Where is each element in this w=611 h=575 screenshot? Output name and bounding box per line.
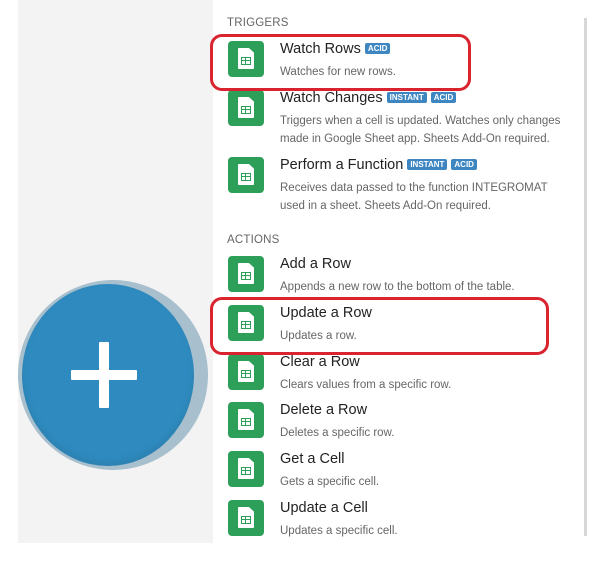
action-description: Clears values from a specific row. — [280, 379, 452, 391]
acid-badge: ACID — [430, 92, 457, 103]
action-title: Update a Cell — [280, 500, 368, 516]
acid-badge: ACID — [451, 159, 477, 170]
action-title: Add a Row — [280, 256, 351, 272]
highlight-watch-rows — [210, 34, 471, 91]
action-description: Gets a specific cell. — [280, 476, 380, 488]
instant-badge: INSTANT — [386, 92, 427, 103]
google-sheets-icon — [228, 157, 264, 193]
trigger-title: Perform a Function INSTANT ACID — [280, 157, 477, 173]
action-title: Clear a Row — [280, 354, 360, 370]
google-sheets-icon — [228, 402, 264, 438]
action-title: Get a Cell — [280, 451, 345, 467]
google-sheets-icon — [228, 90, 264, 126]
highlight-update-row — [210, 297, 549, 355]
action-description: Appends a new row to the bottom of the t… — [280, 281, 515, 293]
triggers-header: TRIGGERS — [227, 17, 289, 29]
trigger-description: Triggers when a cell is updated. Watches… — [280, 115, 561, 145]
action-description: Deletes a specific row. — [280, 427, 395, 439]
google-sheets-icon — [228, 256, 264, 292]
actions-header: ACTIONS — [227, 234, 280, 246]
instant-badge: INSTANT — [407, 159, 448, 170]
google-sheets-icon — [228, 354, 264, 390]
module-picker-screen: TRIGGERS ACTIONS Watch Rows ACID Watches … — [0, 0, 611, 575]
google-sheets-icon — [228, 451, 264, 487]
action-description: Updates a specific cell. — [280, 525, 398, 537]
trigger-title: Watch Changes INSTANT ACID — [280, 90, 457, 106]
trigger-description: Receives data passed to the function INT… — [280, 182, 548, 212]
plus-icon-vertical[interactable] — [99, 342, 109, 408]
action-title: Delete a Row — [280, 402, 368, 418]
scrollbar[interactable] — [584, 18, 587, 536]
google-sheets-icon — [228, 500, 264, 536]
